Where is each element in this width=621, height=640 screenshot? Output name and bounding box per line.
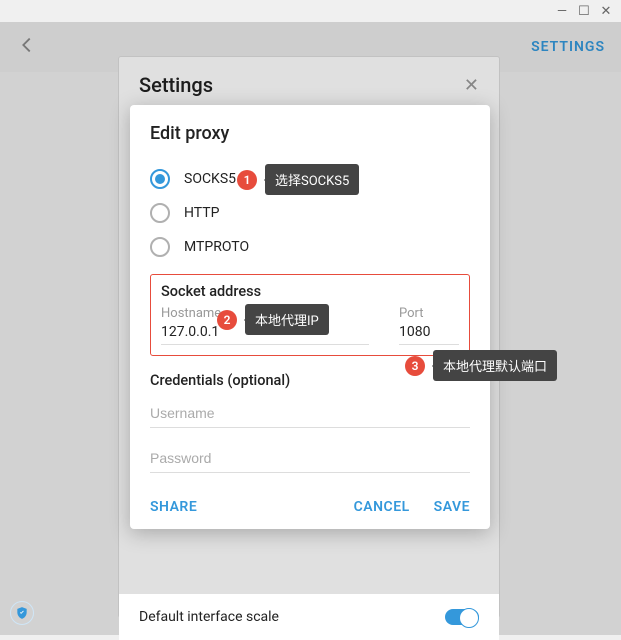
cancel-button[interactable]: CANCEL [354, 499, 410, 515]
radio-selected-icon [150, 169, 170, 189]
proxy-type-socks5[interactable]: SOCKS5 [150, 162, 470, 196]
share-button[interactable]: SHARE [150, 499, 197, 515]
interface-scale-toggle[interactable] [445, 609, 479, 625]
hostname-value: 127.0.0.1 [161, 321, 369, 345]
interface-scale-row: Default interface scale [119, 594, 499, 640]
socket-address-section: Socket address Hostname 127.0.0.1 Port 1… [150, 274, 470, 356]
interface-scale-label: Default interface scale [139, 609, 279, 625]
port-field[interactable]: Port 1080 [399, 306, 459, 345]
proxy-type-label: HTTP [184, 205, 219, 221]
modal-title: Edit proxy [150, 123, 470, 144]
credentials-title: Credentials (optional) [150, 372, 470, 389]
radio-icon [150, 237, 170, 257]
port-value: 1080 [399, 321, 459, 345]
password-field[interactable] [150, 444, 470, 473]
edit-proxy-modal: Edit proxy SOCKS5 HTTP MTPROTO Socket ad… [130, 105, 490, 529]
save-button[interactable]: SAVE [434, 499, 470, 515]
close-window-button[interactable]: ✕ [599, 5, 613, 18]
maximize-button[interactable]: ☐ [577, 5, 591, 18]
proxy-type-label: MTPROTO [184, 239, 249, 255]
window-titlebar: — ☐ ✕ [0, 0, 621, 22]
radio-icon [150, 203, 170, 223]
connection-shield-icon[interactable] [10, 601, 34, 625]
hostname-label: Hostname [161, 306, 369, 321]
proxy-type-mtproto[interactable]: MTPROTO [150, 230, 470, 264]
hostname-field[interactable]: Hostname 127.0.0.1 [161, 306, 369, 345]
socket-address-title: Socket address [161, 283, 459, 300]
proxy-type-label: SOCKS5 [184, 171, 236, 187]
port-label: Port [399, 306, 459, 321]
username-field[interactable] [150, 399, 470, 428]
proxy-type-http[interactable]: HTTP [150, 196, 470, 230]
minimize-button[interactable]: — [555, 5, 569, 18]
